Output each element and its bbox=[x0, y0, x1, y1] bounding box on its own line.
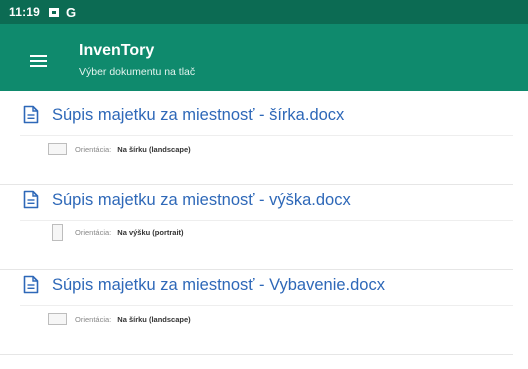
orientation-row: Orientácia: Na šírku (landscape) bbox=[48, 310, 191, 328]
app-bar: InvenTory Výber dokumentu na tlač bbox=[0, 24, 528, 91]
document-item[interactable]: Súpis majetku za miestnosť - Vybavenie.d… bbox=[0, 275, 513, 355]
orientation-row: Orientácia: Na šírku (landscape) bbox=[48, 140, 191, 158]
document-item[interactable]: Súpis majetku za miestnosť - výška.docx … bbox=[0, 190, 513, 270]
document-name[interactable]: Súpis majetku za miestnosť - výška.docx bbox=[52, 191, 351, 210]
orientation-row: Orientácia: Na výšku (portrait) bbox=[48, 223, 184, 241]
google-g-icon: G bbox=[66, 4, 77, 20]
orientation-label: Orientácia: bbox=[75, 314, 112, 324]
document-name[interactable]: Súpis majetku za miestnosť - Vybavenie.d… bbox=[52, 276, 385, 295]
orientation-label: Orientácia: bbox=[75, 144, 112, 154]
divider bbox=[20, 220, 513, 221]
hamburger-menu-icon[interactable] bbox=[30, 55, 47, 67]
document-file-icon bbox=[23, 190, 39, 209]
orientation-value: Na šírku (landscape) bbox=[117, 144, 191, 154]
app-subtitle: Výber dokumentu na tlač bbox=[79, 66, 196, 78]
status-time: 11:19 bbox=[9, 5, 41, 19]
portrait-page-icon bbox=[52, 223, 63, 241]
orientation-value: Na šírku (landscape) bbox=[117, 314, 191, 324]
notification-box-icon bbox=[49, 7, 60, 17]
orientation-label: Orientácia: bbox=[75, 227, 112, 237]
status-bar: 11:19 G bbox=[0, 0, 528, 24]
divider bbox=[20, 305, 513, 306]
document-item[interactable]: Súpis majetku za miestnosť - šírka.docx … bbox=[0, 105, 513, 185]
orientation-value: Na výšku (portrait) bbox=[117, 227, 184, 237]
document-name[interactable]: Súpis majetku za miestnosť - šírka.docx bbox=[52, 106, 344, 125]
app-title: InvenTory bbox=[79, 42, 155, 59]
landscape-page-icon bbox=[48, 313, 67, 325]
landscape-page-icon bbox=[48, 143, 67, 155]
divider bbox=[20, 135, 513, 136]
document-file-icon bbox=[23, 275, 39, 294]
document-file-icon bbox=[23, 105, 39, 124]
